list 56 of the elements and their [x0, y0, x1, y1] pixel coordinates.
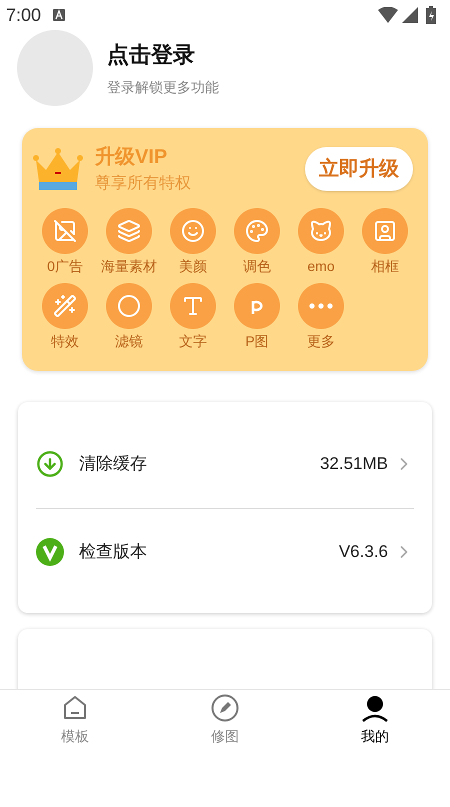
- layers-icon: [117, 219, 141, 243]
- settings-label: 清除缓存: [79, 452, 147, 475]
- feature-badge[interactable]: [362, 208, 408, 254]
- more-icon: [309, 303, 333, 309]
- settings-row[interactable]: 清除缓存 32.51MB: [36, 420, 414, 508]
- crown-icon: [33, 146, 83, 192]
- settings-row[interactable]: 检查版本 V6.3.6: [36, 508, 414, 596]
- nav-tab[interactable]: 修图: [150, 690, 300, 747]
- magic-wand-icon: [53, 294, 77, 318]
- nav-tab[interactable]: 我的: [300, 690, 450, 747]
- battery-icon: [426, 6, 436, 24]
- feature-label: 更多: [307, 332, 335, 351]
- vip-title: 升级VIP: [95, 145, 168, 170]
- feature-badge[interactable]: [234, 208, 280, 254]
- vip-subtitle: 尊享所有特权: [95, 174, 191, 194]
- wifi-icon: [378, 7, 398, 23]
- feature-label: 文字: [179, 332, 207, 351]
- settings-label: 检查版本: [79, 541, 147, 564]
- feature-label: 相框: [371, 257, 399, 276]
- feature-badge[interactable]: [234, 283, 280, 329]
- circle-icon: [117, 294, 141, 318]
- signal-icon: [402, 7, 418, 23]
- feature-label: 特效: [51, 332, 79, 351]
- login-title[interactable]: 点击登录: [107, 38, 219, 71]
- settings-value: 32.51MB: [320, 452, 388, 475]
- feature-label: 滤镜: [115, 332, 143, 351]
- feature-badge[interactable]: [298, 208, 344, 254]
- version-icon: [36, 538, 64, 566]
- feature-label: 0广告: [47, 257, 83, 276]
- feature-badge[interactable]: [106, 283, 152, 329]
- pencil-icon: [211, 694, 239, 722]
- feature-badge[interactable]: [170, 283, 216, 329]
- feature-label: 美颜: [179, 257, 207, 276]
- feature-label: P图: [245, 332, 269, 351]
- feature-label: 调色: [243, 257, 271, 276]
- nav-tab[interactable]: 模板: [0, 690, 150, 747]
- feature-badge[interactable]: [170, 208, 216, 254]
- palette-icon: [245, 219, 269, 243]
- keyboard-icon: [53, 9, 66, 21]
- feature-badge[interactable]: [42, 283, 88, 329]
- feature-label: emo: [307, 257, 335, 276]
- text-icon: [181, 294, 205, 318]
- feature-label: 海量素材: [101, 257, 157, 276]
- no-image-icon: [53, 219, 77, 243]
- settings-value: V6.3.6: [338, 541, 388, 564]
- home-icon: [61, 694, 89, 722]
- portrait-frame-icon: [373, 219, 397, 243]
- feature-badge[interactable]: [106, 208, 152, 254]
- feature-badge[interactable]: [298, 283, 344, 329]
- cat-face-icon: [309, 219, 333, 243]
- feature-badge[interactable]: [42, 208, 88, 254]
- download-icon: [36, 450, 64, 478]
- face-icon: [181, 219, 205, 243]
- status-time: 7:00: [6, 4, 42, 26]
- login-subtitle: 登录解锁更多功能: [107, 78, 219, 97]
- user-icon: [361, 694, 389, 722]
